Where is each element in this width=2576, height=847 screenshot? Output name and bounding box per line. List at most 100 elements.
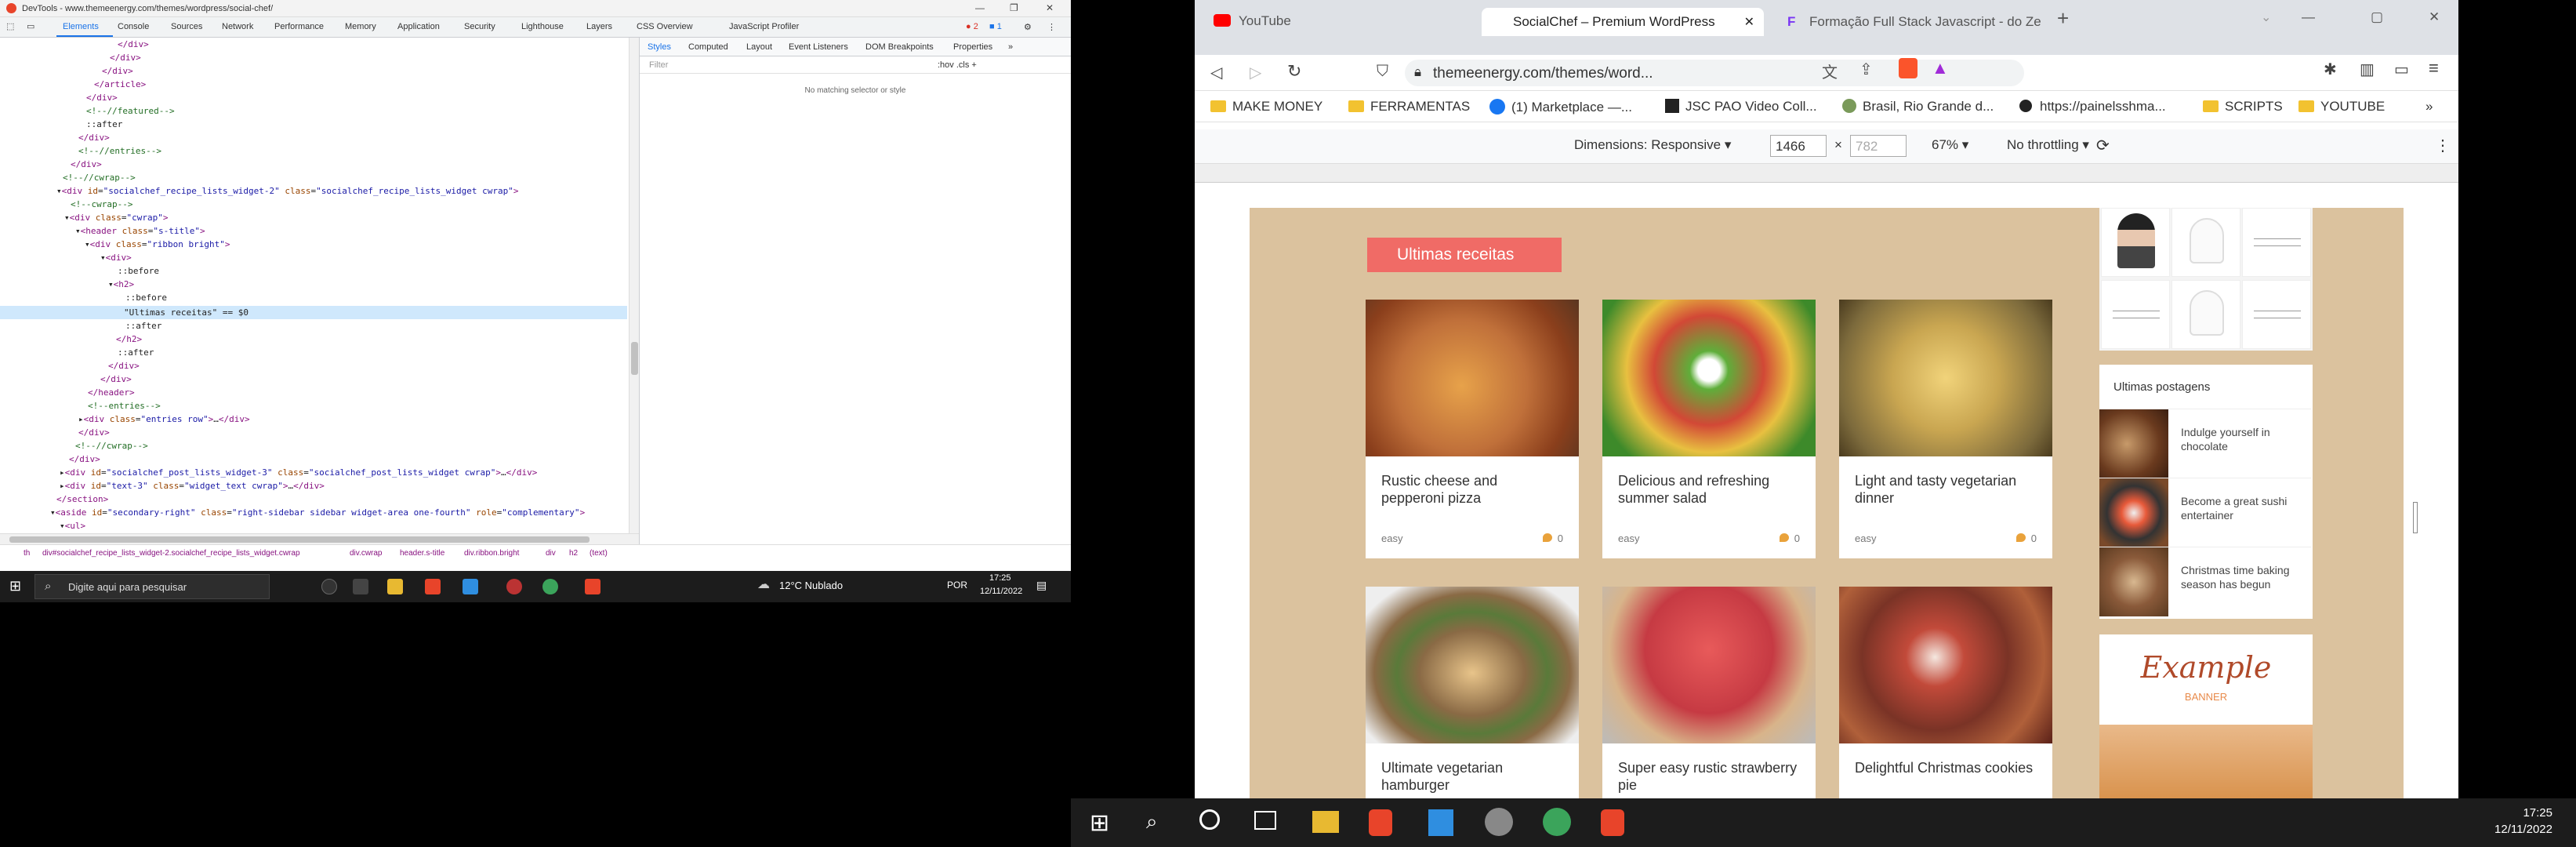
search-icon[interactable]: ⌕: [1146, 809, 1158, 834]
recipe-card[interactable]: Light and tasty vegetarian dinner easy 0: [1839, 300, 2052, 558]
tab-memory[interactable]: Memory: [345, 22, 376, 31]
reload-icon[interactable]: ↻: [1287, 61, 1301, 82]
tab-dom-breakpoints[interactable]: DOM Breakpoints: [865, 42, 934, 52]
recipe-title[interactable]: Delightful Christmas cookies: [1855, 759, 2035, 776]
language-indicator[interactable]: POR: [947, 580, 967, 591]
clock-date[interactable]: 12/11/2022: [980, 587, 1022, 596]
post-title[interactable]: Indulge yourself in chocolate: [2181, 425, 2298, 453]
breadcrumb-item[interactable]: div.cwrap: [350, 549, 383, 558]
notification-icon[interactable]: ▤: [1036, 579, 1047, 592]
bookmark-link[interactable]: JSC PAO Video Coll...: [1665, 99, 1817, 115]
recipe-card[interactable]: Rustic cheese and pepperoni pizza easy 0: [1366, 300, 1579, 558]
brave-shields-icon[interactable]: [1899, 58, 1917, 78]
more-tabs-icon[interactable]: »: [1008, 42, 1013, 52]
file-explorer-icon[interactable]: [387, 579, 403, 594]
wallet-icon[interactable]: ▭: [2394, 60, 2409, 79]
tab-layout[interactable]: Layout: [746, 42, 772, 52]
clock-time[interactable]: 17:25: [989, 573, 1011, 583]
tab-console[interactable]: Console: [118, 22, 149, 31]
height-input[interactable]: 782: [1850, 135, 1907, 157]
breadcrumb-item[interactable]: header.s-title: [400, 549, 444, 558]
chef-avatar[interactable]: [2242, 208, 2311, 277]
resize-handle[interactable]: [2413, 502, 2418, 533]
chef-avatar[interactable]: [2171, 280, 2240, 349]
chef-avatar[interactable]: [2101, 280, 2170, 349]
recipe-image[interactable]: [1602, 300, 1816, 456]
breadcrumb-item[interactable]: (text): [590, 549, 608, 558]
obs-icon[interactable]: [1485, 808, 1513, 836]
tab-layers[interactable]: Layers: [586, 22, 612, 31]
recipe-title[interactable]: Rustic cheese and pepperoni pizza: [1381, 472, 1562, 507]
tab-performance[interactable]: Performance: [274, 22, 324, 31]
panel-divider[interactable]: [639, 38, 640, 544]
browser-tab[interactable]: YouTube: [1207, 8, 1466, 31]
menu-icon[interactable]: ≡: [2429, 58, 2439, 78]
windows-start-icon[interactable]: ⊞: [1090, 809, 1109, 837]
recipe-card[interactable]: Delicious and refreshing summer salad ea…: [1602, 300, 1816, 558]
sidebar-icon[interactable]: ▥: [2360, 60, 2375, 79]
share-icon[interactable]: ⇪: [1859, 60, 1873, 79]
windows-start-icon[interactable]: ⊞: [9, 578, 21, 594]
recipe-card[interactable]: Super easy rustic strawberry pie: [1602, 587, 1816, 798]
tab-sources[interactable]: Sources: [171, 22, 202, 31]
recipe-title[interactable]: Super easy rustic strawberry pie: [1618, 759, 1798, 794]
elements-horizontal-scrollbar[interactable]: [0, 533, 639, 544]
error-badge[interactable]: ● 2: [966, 22, 978, 31]
close-icon[interactable]: ✕: [1046, 2, 1054, 13]
obs-icon[interactable]: [506, 579, 522, 594]
chef-avatar[interactable]: [2171, 208, 2240, 277]
browser-tab-active[interactable]: SocialChef – Premium WordPress ✕: [1482, 8, 1764, 36]
bookmark-link[interactable]: https://painelsshma...: [2019, 99, 2166, 115]
bookmark-folder[interactable]: YOUTUBE: [2298, 99, 2385, 115]
info-badge[interactable]: ■ 1: [989, 22, 1002, 31]
tab-security[interactable]: Security: [464, 22, 495, 31]
post-title[interactable]: Become a great sushi entertainer: [2181, 494, 2298, 522]
recipe-image[interactable]: [1366, 300, 1579, 456]
recipe-image[interactable]: [1602, 587, 1816, 743]
recipe-image[interactable]: [1839, 587, 2052, 743]
chef-avatar[interactable]: [2242, 280, 2311, 349]
tab-application[interactable]: Application: [397, 22, 440, 31]
file-explorer-icon[interactable]: [1312, 811, 1339, 833]
recipe-card[interactable]: Ultimate vegetarian hamburger: [1366, 587, 1579, 798]
tab-styles[interactable]: Styles: [648, 42, 671, 52]
brave-icon[interactable]: [585, 579, 600, 594]
breadcrumb-item[interactable]: div: [546, 549, 556, 558]
recipe-card[interactable]: Delightful Christmas cookies: [1839, 587, 2052, 798]
gear-icon[interactable]: ⚙: [1024, 22, 1032, 32]
back-icon[interactable]: ◁: [1210, 63, 1222, 82]
brave-icon[interactable]: [1369, 809, 1392, 836]
close-icon[interactable]: ✕: [2429, 9, 2440, 33]
elements-tree[interactable]: </div> </div> </div> </article> </div> <…: [0, 38, 639, 533]
recipe-title[interactable]: Light and tasty vegetarian dinner: [1855, 472, 2035, 507]
post-image[interactable]: [2099, 409, 2168, 478]
post-image[interactable]: [2099, 478, 2168, 547]
throttling-dropdown[interactable]: No throttling ▾: [2007, 137, 2089, 153]
extensions-icon[interactable]: ✱: [2324, 60, 2337, 79]
taskbar-search-box[interactable]: ⌕ Digite aqui para pesquisar: [34, 574, 270, 599]
post-item[interactable]: Become a great sushi entertainer: [2099, 478, 2311, 547]
device-toggle-icon[interactable]: ▭: [27, 21, 34, 31]
rotate-icon[interactable]: ⟳: [2096, 136, 2110, 155]
forward-icon[interactable]: ▷: [1250, 63, 1261, 82]
maximize-icon[interactable]: ▢: [2371, 9, 2383, 33]
breadcrumb-item[interactable]: div#socialchef_recipe_lists_widget-2.soc…: [42, 549, 300, 558]
task-view-icon[interactable]: [353, 579, 368, 594]
example-banner[interactable]: Example BANNER: [2099, 634, 2313, 798]
post-image[interactable]: [2099, 547, 2168, 616]
post-title[interactable]: Christmas time baking season has begun: [2181, 563, 2298, 591]
clock[interactable]: 17:25 12/11/2022: [2494, 805, 2552, 838]
bookmark-folder[interactable]: SCRIPTS: [2203, 99, 2283, 115]
recipe-title[interactable]: Delicious and refreshing summer salad: [1618, 472, 1798, 507]
recipe-image[interactable]: [1366, 587, 1579, 743]
minimize-icon[interactable]: —: [975, 2, 985, 13]
edge-icon[interactable]: [1543, 808, 1571, 836]
tab-computed[interactable]: Computed: [688, 42, 728, 52]
cortana-icon[interactable]: [321, 579, 337, 594]
more-menu-icon[interactable]: ⋮: [1047, 22, 1056, 32]
translate-icon[interactable]: 文: [1822, 60, 1838, 82]
breadcrumb-item[interactable]: th: [24, 549, 30, 558]
styles-filter-input[interactable]: Filter: [649, 60, 668, 70]
tab-elements[interactable]: Elements: [63, 22, 99, 31]
recipe-image[interactable]: [1839, 300, 2052, 456]
